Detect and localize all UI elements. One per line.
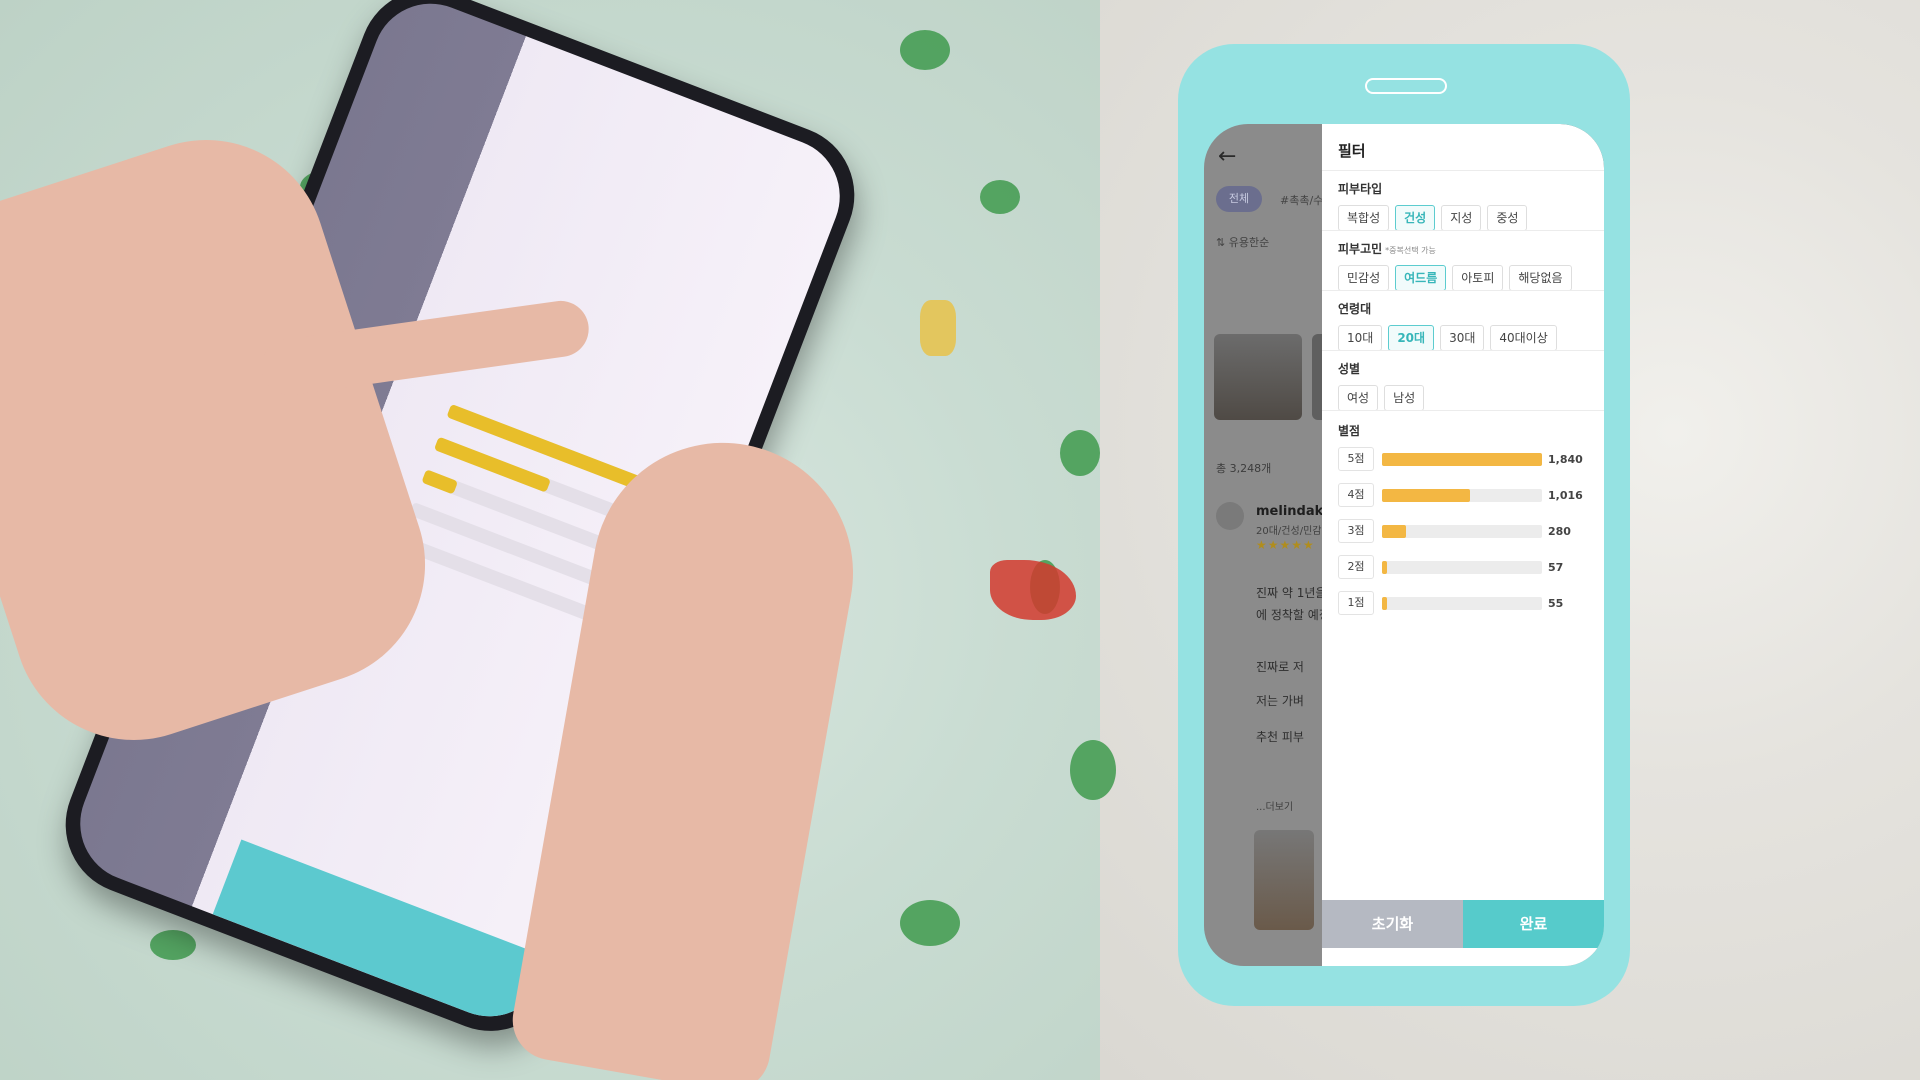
rating-star-label: 2점 xyxy=(1338,555,1374,579)
chip-age-40plus[interactable]: 40대이상 xyxy=(1490,325,1557,351)
gender-section: 성별 여성 남성 xyxy=(1338,360,1592,411)
rating-row[interactable]: 4점 1,016 xyxy=(1338,483,1592,507)
review-text-line: 저는 가벼 xyxy=(1256,694,1304,708)
filter-panel: 필터 피부타입 복합성 건성 지성 중성 피부고민 *중복선택 가능 민감성 여드… xyxy=(1322,124,1604,966)
blanket-dot xyxy=(1060,430,1100,476)
rating-star-label: 1점 xyxy=(1338,591,1374,615)
rating-star-label: 4점 xyxy=(1338,483,1374,507)
divider xyxy=(1322,170,1604,171)
reset-button[interactable]: 초기화 xyxy=(1322,900,1463,948)
background-photo xyxy=(0,0,1920,1080)
review-user-meta: 20대/건성/민감 xyxy=(1256,526,1322,537)
gender-label: 성별 xyxy=(1338,362,1361,376)
blanket-dot xyxy=(900,30,950,70)
age-section: 연령대 10대 20대 30대 40대이상 xyxy=(1338,300,1592,351)
rating-count: 1,840 xyxy=(1548,452,1583,466)
chip-gender-male[interactable]: 남성 xyxy=(1384,385,1425,411)
review-text-line: 진짜 약 1년을 xyxy=(1256,586,1327,600)
phone-mockup-screen: ← 전체 #촉촉/수 ⇅ 유용한순 총 3,248개 melindak 20대/… xyxy=(1204,124,1604,966)
review-count: 총 3,248개 xyxy=(1216,462,1272,475)
back-arrow-icon[interactable]: ← xyxy=(1218,144,1236,169)
chip-concern-acne[interactable]: 여드름 xyxy=(1395,265,1447,291)
chip-age-10s[interactable]: 10대 xyxy=(1338,325,1383,351)
rating-track xyxy=(1382,524,1542,538)
rating-fill xyxy=(1382,524,1406,538)
chip-concern-sensitive[interactable]: 민감성 xyxy=(1338,265,1390,291)
multi-select-note: *중복선택 가능 xyxy=(1385,246,1436,255)
rating-row[interactable]: 5점 1,840 xyxy=(1338,447,1592,471)
divider xyxy=(1322,230,1604,231)
skin-concern-section: 피부고민 *중복선택 가능 민감성 여드름 아토피 해당없음 xyxy=(1338,240,1592,291)
sort-label[interactable]: ⇅ 유용한순 xyxy=(1216,234,1269,250)
avatar xyxy=(1216,502,1244,530)
chip-age-30s[interactable]: 30대 xyxy=(1440,325,1485,351)
done-button[interactable]: 완료 xyxy=(1463,900,1604,948)
speaker-slot xyxy=(1365,78,1447,94)
age-label: 연령대 xyxy=(1338,302,1372,316)
rating-count: 55 xyxy=(1548,596,1564,610)
review-text-line: 추천 피부 xyxy=(1256,730,1304,744)
chip-skin-normal[interactable]: 중성 xyxy=(1487,205,1528,231)
blanket-dot xyxy=(980,180,1020,214)
rating-section: 별점 5점 1,840 4점 1,016 3점 280 2점 57 1점 55 xyxy=(1338,422,1592,627)
blanket-dot-yellow xyxy=(920,300,956,356)
chip-skin-oily[interactable]: 지성 xyxy=(1441,205,1482,231)
filter-title: 필터 xyxy=(1338,142,1366,160)
review-stars: ★★★★★ xyxy=(1256,538,1315,552)
rating-fill xyxy=(1382,560,1387,574)
rating-star-label: 5점 xyxy=(1338,447,1374,471)
rating-label: 별점 xyxy=(1338,424,1361,438)
chip-concern-none[interactable]: 해당없음 xyxy=(1509,265,1572,291)
rating-track xyxy=(1382,488,1542,502)
rating-row[interactable]: 3점 280 xyxy=(1338,519,1592,543)
rating-row[interactable]: 1점 55 xyxy=(1338,591,1592,615)
chip-age-20s[interactable]: 20대 xyxy=(1388,325,1435,351)
review-username: melindak xyxy=(1256,504,1324,519)
chip-skin-dry[interactable]: 건성 xyxy=(1395,205,1436,231)
rating-track xyxy=(1382,452,1542,466)
chip-gender-female[interactable]: 여성 xyxy=(1338,385,1379,411)
phone-mockup-frame: ← 전체 #촉촉/수 ⇅ 유용한순 총 3,248개 melindak 20대/… xyxy=(1178,44,1630,1006)
chip-skin-combination[interactable]: 복합성 xyxy=(1338,205,1390,231)
photo-rating-bar xyxy=(421,469,459,495)
blanket-dot xyxy=(900,900,960,946)
skin-type-section: 피부타입 복합성 건성 지성 중성 xyxy=(1338,180,1592,231)
divider xyxy=(1322,410,1604,411)
skin-concern-label: 피부고민 *중복선택 가능 xyxy=(1338,240,1592,257)
blanket-dot xyxy=(150,930,196,960)
hashtag-label: #촉촉/수 xyxy=(1280,194,1324,207)
rating-star-label: 3점 xyxy=(1338,519,1374,543)
divider xyxy=(1322,350,1604,351)
product-thumbnail xyxy=(1214,334,1302,420)
review-text-line: 진짜로 저 xyxy=(1256,660,1304,674)
rating-count: 1,016 xyxy=(1548,488,1583,502)
rating-fill xyxy=(1382,452,1542,466)
rating-rows: 5점 1,840 4점 1,016 3점 280 2점 57 1점 55 xyxy=(1338,447,1592,615)
divider xyxy=(1322,290,1604,291)
rating-fill xyxy=(1382,596,1387,610)
chip-concern-atopy[interactable]: 아토피 xyxy=(1452,265,1504,291)
review-photo xyxy=(1254,830,1314,930)
rating-count: 57 xyxy=(1548,560,1564,574)
blanket-dot xyxy=(1070,740,1116,800)
skin-type-label: 피부타입 xyxy=(1338,182,1383,196)
skin-concern-label-text: 피부고민 xyxy=(1338,242,1383,256)
more-link[interactable]: ...더보기 xyxy=(1256,798,1293,813)
rating-track xyxy=(1382,596,1542,610)
category-pill[interactable]: 전체 xyxy=(1216,186,1262,212)
rating-count: 280 xyxy=(1548,524,1571,538)
rating-track xyxy=(1382,560,1542,574)
review-text-line: 에 정착할 예정 xyxy=(1256,608,1330,622)
rating-fill xyxy=(1382,488,1470,502)
rating-row[interactable]: 2점 57 xyxy=(1338,555,1592,579)
